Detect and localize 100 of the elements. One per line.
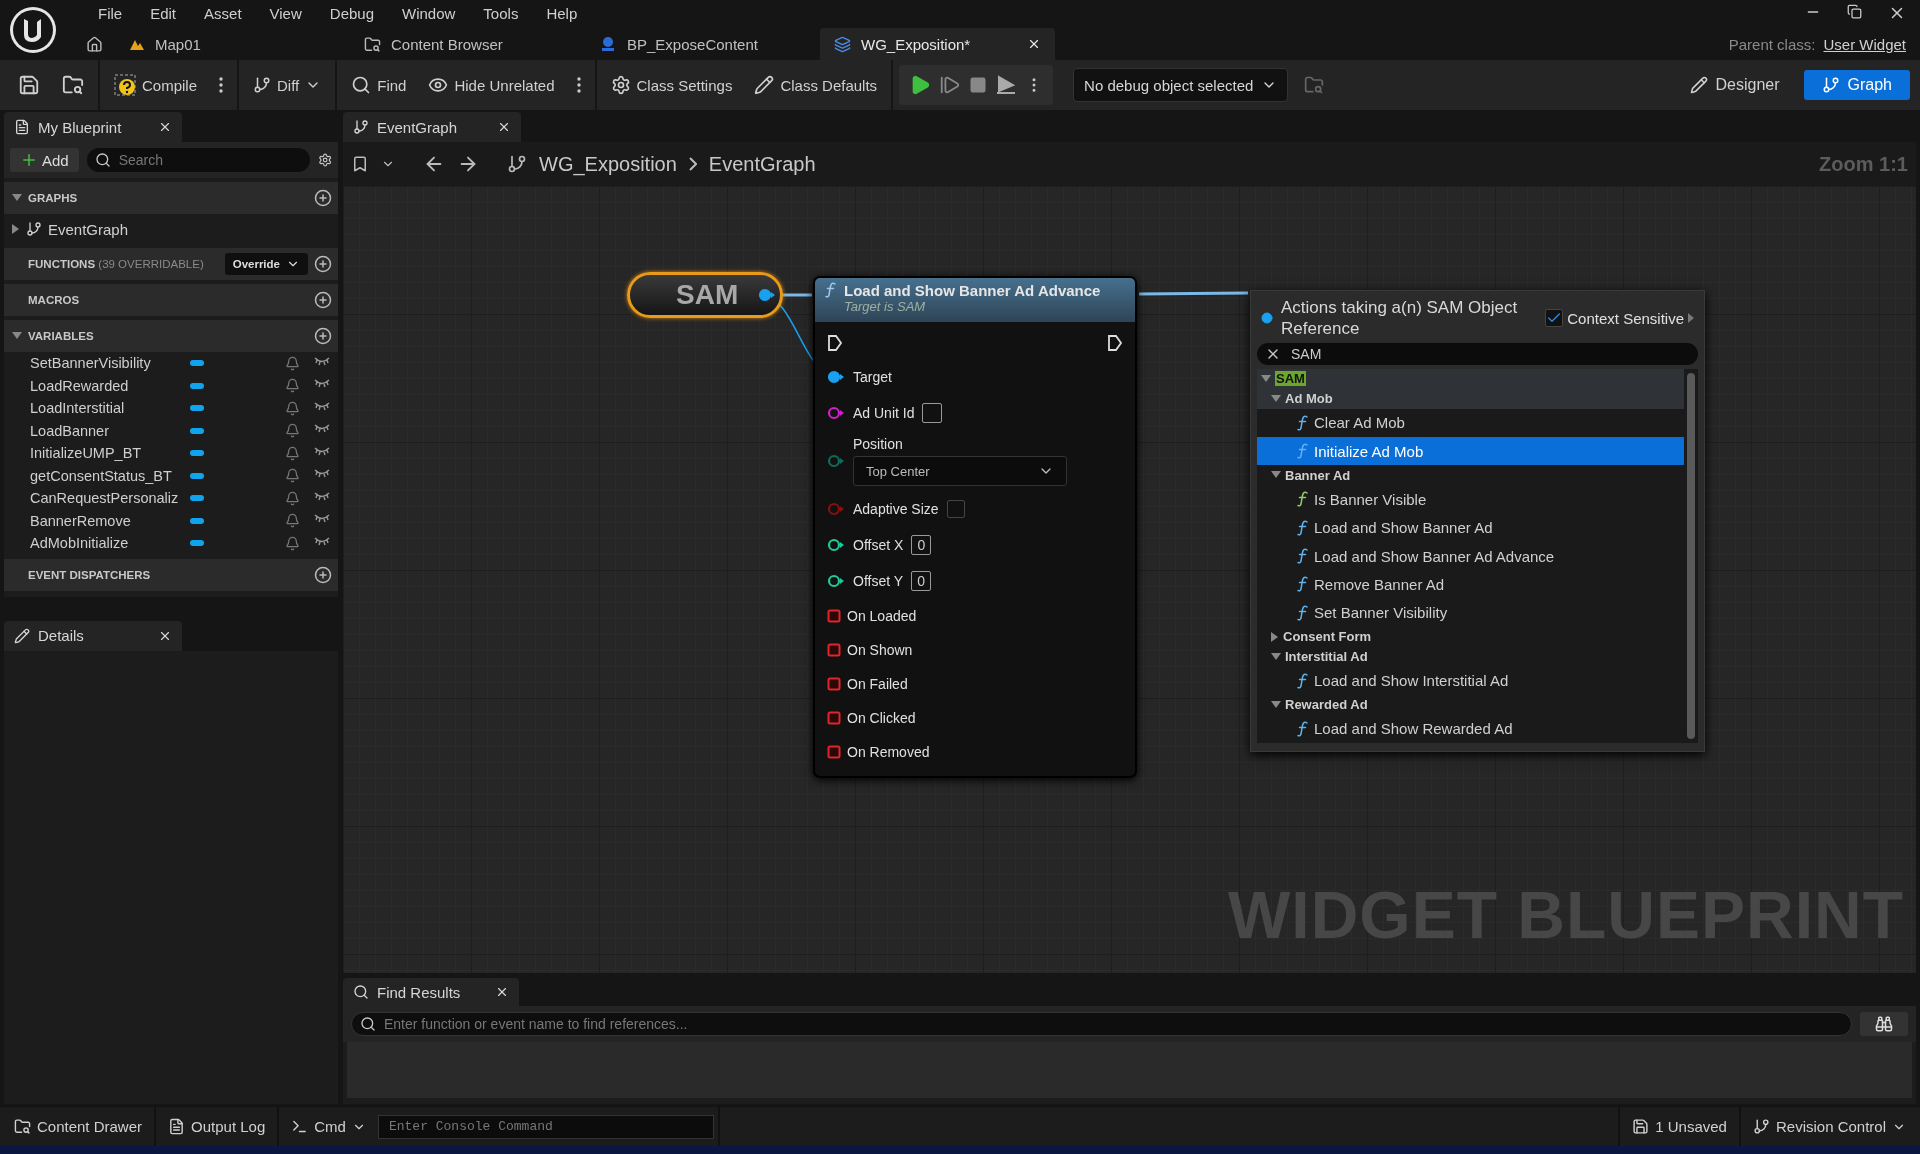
menu-item[interactable]: File — [84, 4, 137, 22]
folder-search-icon[interactable] — [1304, 75, 1325, 95]
find-field[interactable]: Enter function or event name to find references... — [351, 1012, 1852, 1036]
menu-item[interactable]: Tools — [469, 4, 533, 22]
section-header[interactable]: MACROS — [4, 284, 338, 316]
section-header[interactable]: VARIABLES — [4, 320, 338, 352]
search-field[interactable]: Search — [86, 148, 310, 172]
compile-button[interactable]: Compile — [106, 67, 206, 103]
debug-object-dropdown[interactable]: No debug object selected — [1073, 68, 1289, 102]
variable-item[interactable]: BannerRemove — [4, 509, 338, 532]
panel-tab[interactable]: Details — [4, 620, 182, 651]
content-drawer-button[interactable]: Content Drawer — [6, 1110, 151, 1143]
menu-item[interactable]: Window — [388, 4, 470, 22]
add-icon[interactable] — [314, 291, 332, 309]
menu-item[interactable]: Asset — [190, 4, 256, 22]
action-item[interactable]: Load and Show Rewarded Ad — [1257, 714, 1684, 743]
bell-icon[interactable] — [285, 468, 300, 484]
class-defaults-button[interactable]: Class Defaults — [746, 67, 886, 103]
class-settings-button[interactable]: Class Settings — [602, 67, 741, 103]
number-field[interactable]: 0 — [911, 535, 932, 555]
document-tab[interactable]: WG_Exposition* — [820, 28, 1055, 60]
output-log-button[interactable]: Output Log — [160, 1110, 274, 1143]
position-dropdown[interactable]: Top Center — [853, 456, 1067, 486]
add-icon[interactable] — [314, 565, 332, 584]
breadcrumb-link[interactable]: WG_Exposition — [539, 152, 677, 176]
bell-icon[interactable] — [285, 513, 300, 529]
action-menu[interactable] — [1250, 290, 1705, 752]
bell-icon[interactable] — [285, 400, 300, 416]
eye-closed-icon[interactable] — [314, 535, 330, 546]
function-node[interactable]: Load and Show Banner Ad Advance Target is SAM Target Ad Unit Id Position Top Center Adaptive Size Offset X 0 Offset Y 0 On Loaded On Shown On Failed On Clicked On Removed — [813, 276, 1137, 778]
eye-closed-icon[interactable] — [314, 423, 330, 434]
eye-closed-icon[interactable] — [314, 468, 330, 479]
cmd-dropdown[interactable]: Cmd — [283, 1110, 374, 1143]
checkbox[interactable] — [946, 500, 965, 518]
eye-closed-icon[interactable] — [314, 355, 330, 366]
add-icon[interactable] — [314, 327, 332, 345]
close-icon[interactable] — [495, 985, 509, 999]
variable-item[interactable]: getConsentStatus_BT — [4, 464, 338, 487]
variable-item[interactable]: InitializeUMP_BT — [4, 442, 338, 465]
action-item[interactable]: Initialize Ad Mob — [1257, 437, 1684, 466]
close-icon[interactable] — [158, 120, 172, 134]
home-icon[interactable] — [86, 36, 103, 53]
eject-icon[interactable] — [995, 74, 1018, 96]
action-item[interactable]: Load and Show Banner Ad Advance — [1257, 541, 1684, 571]
breadcrumb-link[interactable]: EventGraph — [708, 152, 816, 176]
find-button[interactable]: Find — [343, 67, 415, 103]
find-button[interactable] — [1860, 1012, 1908, 1036]
category-row[interactable]: Rewarded Ad — [1257, 694, 1684, 715]
menu-item[interactable]: Edit — [136, 4, 191, 22]
bell-icon[interactable] — [285, 445, 300, 461]
menu-item[interactable]: Help — [532, 4, 592, 22]
diff-button[interactable]: Diff — [245, 67, 330, 103]
document-tab[interactable]: BP_ExposeContent — [585, 28, 820, 60]
variable-item[interactable]: AdMobInitialize — [4, 532, 338, 555]
number-field[interactable]: 0 — [911, 571, 932, 591]
section-header[interactable]: GRAPHS — [4, 182, 338, 214]
action-item[interactable]: Set Banner Visibility — [1257, 598, 1684, 627]
action-item[interactable]: Load and Show Banner Ad — [1257, 513, 1684, 542]
restore-icon[interactable] — [1847, 4, 1862, 19]
bell-icon[interactable] — [285, 355, 300, 371]
close-icon[interactable] — [1027, 37, 1041, 51]
variable-item[interactable]: LoadRewarded — [4, 374, 338, 397]
category-row[interactable]: Consent Form — [1257, 626, 1684, 647]
bell-icon[interactable] — [285, 423, 300, 439]
action-item[interactable]: Is Banner Visible — [1257, 485, 1684, 514]
eye-closed-icon[interactable] — [314, 490, 330, 501]
console-input[interactable]: Enter Console Command — [386, 1118, 705, 1135]
menu-item[interactable]: View — [255, 4, 316, 22]
parent-class-link[interactable]: User Widget — [1823, 35, 1906, 53]
variable-item[interactable]: LoadBanner — [4, 419, 338, 442]
section-header[interactable]: EVENT DISPATCHERS — [4, 558, 338, 591]
document-tab[interactable]: Content Browser — [350, 28, 585, 60]
hide-unrelated-button[interactable]: Hide Unrelated — [420, 67, 563, 103]
override-dropdown[interactable]: Override — [224, 253, 308, 275]
eye-closed-icon[interactable] — [314, 378, 330, 389]
action-item[interactable]: Remove Banner Ad — [1257, 570, 1684, 599]
bell-icon[interactable] — [285, 535, 300, 551]
mode-button[interactable]: Graph — [1803, 70, 1910, 100]
category-row[interactable]: Ad Mob — [1257, 388, 1684, 409]
eye-closed-icon[interactable] — [314, 400, 330, 411]
category-row[interactable]: SAM — [1257, 369, 1684, 389]
variable-item[interactable]: SetBannerVisibility — [4, 352, 338, 375]
add-icon[interactable] — [314, 255, 332, 273]
checkbox[interactable] — [1545, 309, 1564, 327]
add-button[interactable]: Add — [10, 148, 79, 172]
search-input[interactable]: Search — [116, 151, 302, 169]
document-tab[interactable]: Map01 — [115, 28, 350, 60]
panel-tab[interactable]: My Blueprint — [4, 112, 182, 142]
step-icon[interactable] — [939, 74, 962, 96]
section-header[interactable]: FUNCTIONS (39 OVERRIDABLE) Override — [4, 248, 338, 280]
bell-icon[interactable] — [285, 378, 300, 394]
settings-icon[interactable] — [317, 151, 332, 169]
console-field[interactable]: Enter Console Command — [377, 1114, 714, 1139]
search-field[interactable]: SAM — [1257, 343, 1698, 365]
panel-tab[interactable]: Find Results — [343, 978, 519, 1006]
variable-item[interactable]: LoadInterstitial — [4, 397, 338, 420]
add-icon[interactable] — [314, 189, 332, 207]
close-icon[interactable] — [497, 120, 511, 134]
stop-icon[interactable] — [969, 76, 988, 94]
menu-item[interactable]: Debug — [315, 4, 388, 22]
